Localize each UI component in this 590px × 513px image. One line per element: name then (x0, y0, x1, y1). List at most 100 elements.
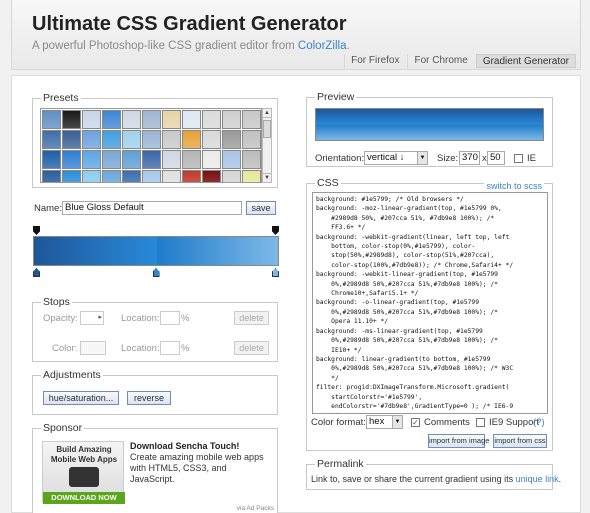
preset-swatch[interactable] (222, 130, 241, 149)
css-code-line: startColorstr='#1e5799', (316, 393, 423, 401)
delete-color-stop-button[interactable]: delete (234, 341, 269, 355)
ie-checkbox[interactable] (514, 154, 523, 163)
preset-swatch[interactable] (162, 170, 181, 182)
preview-panel: Preview Orientation: vertical ↓ ▼ Size: … (306, 91, 553, 167)
preset-swatch[interactable] (142, 150, 161, 169)
preset-swatch[interactable] (202, 170, 221, 182)
preset-swatch[interactable] (102, 110, 121, 129)
css-code-box[interactable]: background: #1e5799; /* Old browsers */ b… (312, 192, 548, 414)
width-input[interactable]: 370 (459, 151, 480, 165)
tab-for-chrome[interactable]: For Chrome (407, 54, 473, 68)
name-input[interactable]: Blue Gloss Default (62, 201, 242, 215)
orientation-value: vertical ↓ (367, 152, 405, 163)
opacity-arrow-icon[interactable]: ▸ (98, 312, 102, 324)
preset-swatch[interactable] (102, 130, 121, 149)
preset-swatch[interactable] (142, 130, 161, 149)
preset-swatch[interactable] (62, 110, 81, 129)
preset-swatch[interactable] (242, 130, 261, 149)
preset-swatch[interactable] (62, 130, 81, 149)
preset-swatch[interactable] (122, 150, 141, 169)
unique-link[interactable]: unique link (516, 474, 559, 484)
opacity-stop-marker[interactable] (33, 226, 40, 235)
preset-swatch[interactable] (102, 150, 121, 169)
sponsor-ad-image[interactable]: Build Amazing Mobile Web Apps DOWNLOAD N… (42, 441, 125, 504)
preset-swatch[interactable] (62, 150, 81, 169)
preset-swatch[interactable] (222, 150, 241, 169)
sponsor-headline[interactable]: Download Sencha Touch! (130, 441, 239, 451)
preset-swatch[interactable] (242, 110, 261, 129)
preset-swatch[interactable] (202, 110, 221, 129)
preset-swatch[interactable] (122, 110, 141, 129)
sponsor-panel: Sponsor Build Amazing Mobile Web Apps DO… (32, 422, 278, 513)
color-stop-marker[interactable] (272, 268, 279, 277)
gradient-bar[interactable] (33, 236, 279, 266)
tab-gradient-generator[interactable]: Gradient Generator (475, 54, 576, 68)
preset-swatch[interactable] (122, 130, 141, 149)
scroll-up-icon[interactable]: ▲ (263, 109, 271, 118)
switch-to-scss-link[interactable]: switch to scss (484, 181, 544, 191)
preset-swatch[interactable] (222, 110, 241, 129)
scroll-down-icon[interactable]: ▼ (263, 173, 271, 182)
preset-swatch[interactable] (202, 150, 221, 169)
import-from-css-button[interactable]: import from css (493, 434, 547, 448)
css-code-line: background: linear-gradient(to bottom, #… (316, 355, 491, 363)
preset-swatch[interactable] (122, 170, 141, 182)
gradient-editor (30, 226, 282, 278)
ad-download-button[interactable]: DOWNLOAD NOW (43, 492, 125, 504)
preset-swatch[interactable] (242, 170, 261, 182)
save-button[interactable]: save (246, 201, 276, 215)
delete-opacity-stop-button[interactable]: delete (234, 311, 269, 325)
preset-swatch[interactable] (142, 170, 161, 182)
presets-scrollbar[interactable]: ▲ ▼ (262, 108, 272, 183)
preset-swatch[interactable] (102, 170, 121, 182)
sponsor-credit[interactable]: via Ad Packs (237, 505, 274, 512)
opacity-location-input[interactable] (160, 311, 180, 325)
css-code-line: background: -o-linear-gradient(top, #1e5… (316, 299, 480, 307)
preset-swatch[interactable] (42, 150, 61, 169)
opacity-stop-marker[interactable] (272, 226, 279, 235)
preset-swatch[interactable] (182, 170, 201, 182)
preset-swatch[interactable] (82, 130, 101, 149)
css-panel: CSS switch to scss background: #1e5799; … (306, 177, 553, 451)
preset-swatch[interactable] (182, 130, 201, 149)
preset-swatch[interactable] (222, 170, 241, 182)
scroll-thumb[interactable] (263, 120, 271, 138)
preset-swatch[interactable] (242, 150, 261, 169)
opacity-input[interactable]: ▸ (80, 311, 104, 325)
preset-swatch[interactable] (202, 130, 221, 149)
height-input[interactable]: 50 (487, 151, 505, 165)
preset-swatch[interactable] (142, 110, 161, 129)
css-code-line: Chrome10+,Safari5.1+ */ (316, 290, 419, 298)
preset-swatch[interactable] (182, 110, 201, 129)
preset-swatch[interactable] (182, 150, 201, 169)
colorzilla-link[interactable]: ColorZilla (298, 40, 347, 52)
ie9-help-link[interactable]: (?) (533, 417, 545, 428)
tab-for-firefox[interactable]: For Firefox (344, 54, 405, 68)
color-stop-marker[interactable] (33, 268, 40, 277)
preset-swatch[interactable] (82, 110, 101, 129)
adjustments-legend: Adjustments (41, 369, 103, 381)
preset-swatch[interactable] (162, 110, 181, 129)
comments-checkbox[interactable]: ✓ (411, 418, 420, 427)
preset-swatch[interactable] (162, 150, 181, 169)
preset-swatch[interactable] (62, 170, 81, 182)
chevron-down-icon: ▼ (392, 416, 402, 428)
preset-swatch[interactable] (82, 150, 101, 169)
css-code-line: filter: progid:DXImageTransform.Microsof… (316, 384, 510, 392)
opacity-location-label: Location: (121, 313, 160, 324)
css-code-line: background: #1e5799; /* Old browsers */ (316, 196, 464, 203)
import-from-image-button[interactable]: import from image (428, 434, 489, 448)
preset-swatch[interactable] (42, 110, 61, 129)
hue-saturation-button[interactable]: hue/saturation... (43, 391, 119, 405)
ie9-checkbox[interactable] (476, 418, 485, 427)
color-format-select[interactable]: hex ▼ (366, 415, 403, 429)
color-swatch-input[interactable] (80, 341, 106, 355)
color-location-input[interactable] (160, 341, 180, 355)
reverse-button[interactable]: reverse (127, 391, 171, 405)
preset-swatch[interactable] (42, 170, 61, 182)
preset-swatch[interactable] (162, 130, 181, 149)
orientation-select[interactable]: vertical ↓ ▼ (364, 151, 428, 165)
color-stop-marker[interactable] (152, 268, 160, 277)
preset-swatch[interactable] (82, 170, 101, 182)
preset-swatch[interactable] (42, 130, 61, 149)
